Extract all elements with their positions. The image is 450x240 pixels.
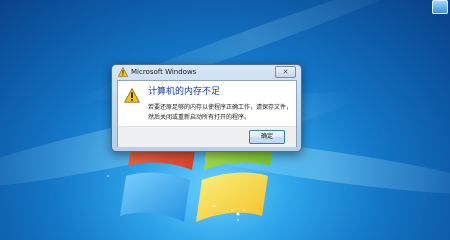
error-dialog: Microsoft Windows ✕ 计算机的内存不足 若要还原足够的内存以使… <box>111 64 302 152</box>
warning-icon <box>118 67 128 77</box>
ok-button[interactable]: 确定 <box>249 130 285 144</box>
message-line: 若要还原足够的内存以使程序正确工作，请保存文件， <box>148 104 293 111</box>
dialog-footer: 确定 <box>118 126 296 147</box>
dialog-content: 计算机的内存不足 若要还原足够的内存以使程序正确工作，请保存文件， 然后关闭或重… <box>117 80 297 147</box>
dialog-message: 若要还原足够的内存以使程序正确工作，请保存文件， 然后关闭或重新启动所有打开的程… <box>148 103 294 123</box>
warning-icon <box>124 88 140 103</box>
dialog-title: Microsoft Windows <box>131 68 197 76</box>
close-icon: ✕ <box>282 68 289 76</box>
close-button[interactable]: ✕ <box>275 66 296 78</box>
dialog-titlebar[interactable]: Microsoft Windows ✕ <box>112 65 301 80</box>
main-instruction: 计算机的内存不足 <box>148 87 221 97</box>
message-line: 然后关闭或重新启动所有打开的程序。 <box>148 114 251 121</box>
desktop-shortcut-icon[interactable] <box>432 0 448 14</box>
